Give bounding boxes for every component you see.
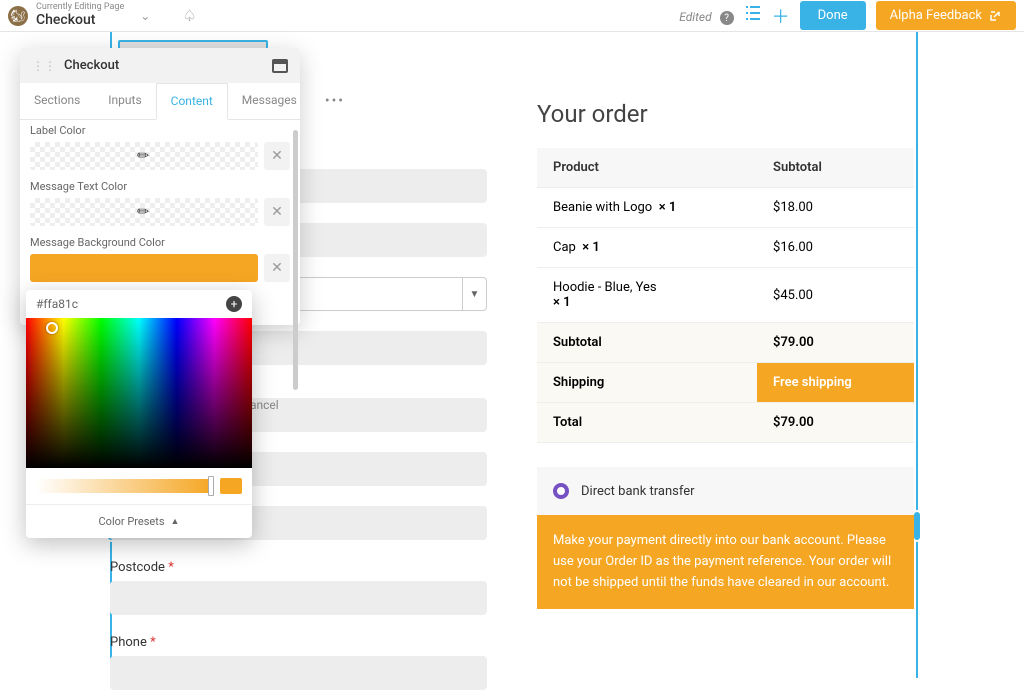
prop-msg-bg-color: Message Background Color ✕: [30, 236, 290, 282]
panel-title: Checkout: [64, 58, 264, 73]
cancel-text: ancel: [250, 398, 279, 412]
field-phone: Phone *: [110, 635, 487, 690]
msg-text-color-swatch[interactable]: ✎: [30, 198, 258, 226]
subtotal-row: Subtotal $79.00: [537, 323, 914, 363]
help-icon[interactable]: ?: [720, 11, 734, 25]
payment-box: Direct bank transfer Make your payment d…: [537, 467, 914, 609]
page-dropdown[interactable]: ⌄: [140, 9, 150, 23]
page-title: Checkout: [36, 12, 124, 28]
eyedropper-icon: ✎: [134, 202, 154, 222]
notifications-icon[interactable]: ♤: [182, 6, 196, 25]
topbar: 🐿 Currently Editing Page Checkout ⌄ ♤ Ed…: [0, 0, 1024, 32]
editing-label: Currently Editing Page: [36, 3, 124, 12]
topbar-left: 🐿 Currently Editing Page Checkout ⌄ ♤: [8, 3, 197, 28]
payment-option-bank[interactable]: Direct bank transfer: [537, 467, 914, 515]
label-color-swatch[interactable]: ✎: [30, 142, 258, 170]
field-postcode: Postcode *: [110, 560, 487, 615]
alpha-feedback-button[interactable]: Alpha Feedback: [876, 1, 1016, 30]
tab-inputs[interactable]: Inputs: [94, 83, 155, 119]
clear-button[interactable]: ✕: [264, 198, 290, 226]
topbar-right: Edited ? ＋ Done Alpha Feedback: [679, 1, 1016, 30]
color-gradient[interactable]: [26, 318, 252, 468]
drag-handle-icon[interactable]: ⋮⋮: [32, 59, 56, 73]
done-button[interactable]: Done: [800, 1, 866, 30]
color-preview: [220, 478, 242, 494]
tab-sections[interactable]: Sections: [20, 83, 94, 119]
radio-selected-icon: [553, 483, 569, 499]
add-icon[interactable]: ＋: [772, 3, 790, 29]
tab-more-icon[interactable]: •••: [311, 83, 359, 119]
table-row: Cap × 1 $16.00: [537, 228, 914, 268]
msg-bg-color-swatch[interactable]: [30, 254, 258, 282]
order-summary: Your order Product Subtotal Beanie with …: [537, 32, 914, 678]
saturation-slider[interactable]: [36, 479, 212, 493]
clear-button[interactable]: ✕: [264, 142, 290, 170]
clear-button[interactable]: ✕: [264, 254, 290, 282]
col-product: Product: [537, 148, 757, 188]
presets-toggle[interactable]: Color Presets ▲: [26, 504, 252, 538]
scrollbar[interactable]: [293, 130, 298, 390]
tab-messages[interactable]: Messages: [228, 83, 311, 119]
prop-msg-text-color: Message Text Color ✎ ✕: [30, 180, 290, 226]
payment-message: Make your payment directly into our bank…: [537, 515, 914, 609]
chevron-up-icon: ▲: [171, 516, 180, 527]
phone-input[interactable]: [110, 656, 487, 690]
total-row: Total $79.00: [537, 403, 914, 443]
prop-label-color: Label Color ✎ ✕: [30, 124, 290, 170]
edited-status: Edited ?: [679, 6, 733, 26]
outline-icon[interactable]: [744, 4, 762, 27]
panel-tabs: Sections Inputs Content Messages •••: [20, 83, 300, 120]
saturation-row: [26, 468, 252, 504]
col-subtotal: Subtotal: [757, 148, 914, 188]
panel-header[interactable]: ⋮⋮ Checkout: [20, 48, 300, 83]
table-row: Hoodie - Blue, Yes× 1 $45.00: [537, 268, 914, 323]
slider-thumb[interactable]: [208, 476, 214, 496]
color-picker: + Color Presets ▲: [26, 290, 252, 538]
order-title: Your order: [537, 100, 914, 128]
add-preset-button[interactable]: +: [226, 296, 242, 312]
order-table: Product Subtotal Beanie with Logo × 1 $1…: [537, 148, 914, 443]
hex-row: +: [26, 290, 252, 318]
hex-input[interactable]: [36, 297, 226, 311]
table-row: Beanie with Logo × 1 $18.00: [537, 188, 914, 228]
settings-panel: ⋮⋮ Checkout Sections Inputs Content Mess…: [20, 48, 300, 325]
postcode-input[interactable]: [110, 581, 487, 615]
tab-content[interactable]: Content: [156, 83, 228, 120]
eyedropper-icon: ✎: [134, 146, 154, 166]
chevron-down-icon: ▼: [462, 278, 486, 310]
logo-icon: 🐿: [8, 6, 28, 26]
shipping-row: Shipping Free shipping: [537, 363, 914, 403]
external-link-icon: [988, 9, 1002, 23]
window-icon[interactable]: [272, 59, 288, 73]
gradient-cursor[interactable]: [46, 322, 58, 334]
